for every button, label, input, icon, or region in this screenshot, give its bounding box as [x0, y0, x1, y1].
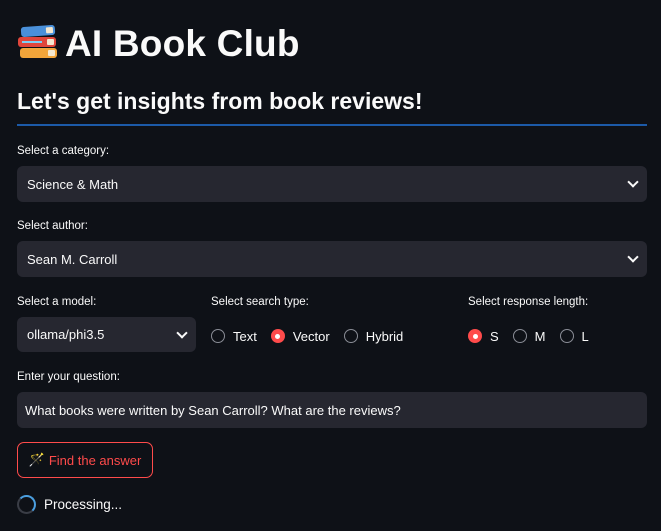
category-label: Select a category:: [17, 145, 110, 157]
radio-circle-icon: [559, 329, 574, 343]
radio-circle-icon: [211, 329, 225, 343]
radio-vector[interactable]: Vector: [270, 328, 330, 344]
find-answer-button[interactable]: 🪄 Find the answer: [17, 442, 153, 478]
radio-hybrid[interactable]: Hybrid: [343, 328, 404, 344]
response-length-label: Select response length:: [468, 296, 589, 308]
radio-circle-icon: [512, 329, 527, 343]
category-value: Science & Math: [27, 176, 119, 192]
radio-label: L: [581, 328, 589, 344]
status-text: Processing...: [44, 496, 123, 512]
subheader: Let's get insights from book reviews!: [17, 88, 423, 114]
model-label: Select a model:: [17, 296, 97, 308]
radio-label: Vector: [292, 328, 330, 344]
radio-selected-icon: [270, 329, 285, 343]
radio-label: M: [534, 328, 546, 344]
author-value: Sean M. Carroll: [27, 251, 118, 267]
radio-circle-icon: [343, 329, 358, 343]
model-select[interactable]: ollama/phi3.5: [17, 317, 196, 352]
processing-status: Processing...: [17, 494, 122, 514]
radio-selected-icon: [468, 329, 482, 343]
app-container: AI Book Club Let's get insights from boo…: [17, 0, 647, 531]
search-type-radio-group: Text Vector Hybrid: [211, 326, 417, 346]
page-title: AI Book Club: [65, 23, 300, 64]
chevron-down-icon: [176, 326, 188, 339]
question-input[interactable]: What books were written by Sean Carroll?…: [17, 392, 647, 428]
radio-s[interactable]: S: [468, 329, 499, 344]
find-answer-label: Find the answer: [48, 452, 142, 468]
radio-l[interactable]: L: [559, 328, 589, 344]
magic-wand-icon: 🪄: [28, 452, 45, 467]
radio-label: Text: [233, 328, 257, 344]
books-icon: [17, 24, 59, 64]
radio-label: Hybrid: [365, 328, 404, 344]
response-length-radio-group: S M L: [468, 326, 603, 346]
category-select[interactable]: Science & Math: [17, 166, 647, 202]
author-label: Select author:: [17, 220, 88, 232]
question-value: What books were written by Sean Carroll?…: [25, 402, 401, 418]
radio-label: S: [490, 328, 499, 344]
question-label: Enter your question:: [17, 371, 120, 383]
title-row: AI Book Club: [17, 22, 300, 66]
divider: [17, 124, 647, 126]
author-select[interactable]: Sean M. Carroll: [17, 241, 647, 277]
radio-text[interactable]: Text: [211, 329, 257, 344]
search-type-label: Select search type:: [211, 296, 309, 308]
model-value: ollama/phi3.5: [27, 327, 105, 342]
spinner-icon: [17, 494, 36, 514]
chevron-down-icon: [627, 176, 639, 188]
chevron-down-icon: [627, 251, 639, 263]
radio-m[interactable]: M: [512, 328, 546, 344]
